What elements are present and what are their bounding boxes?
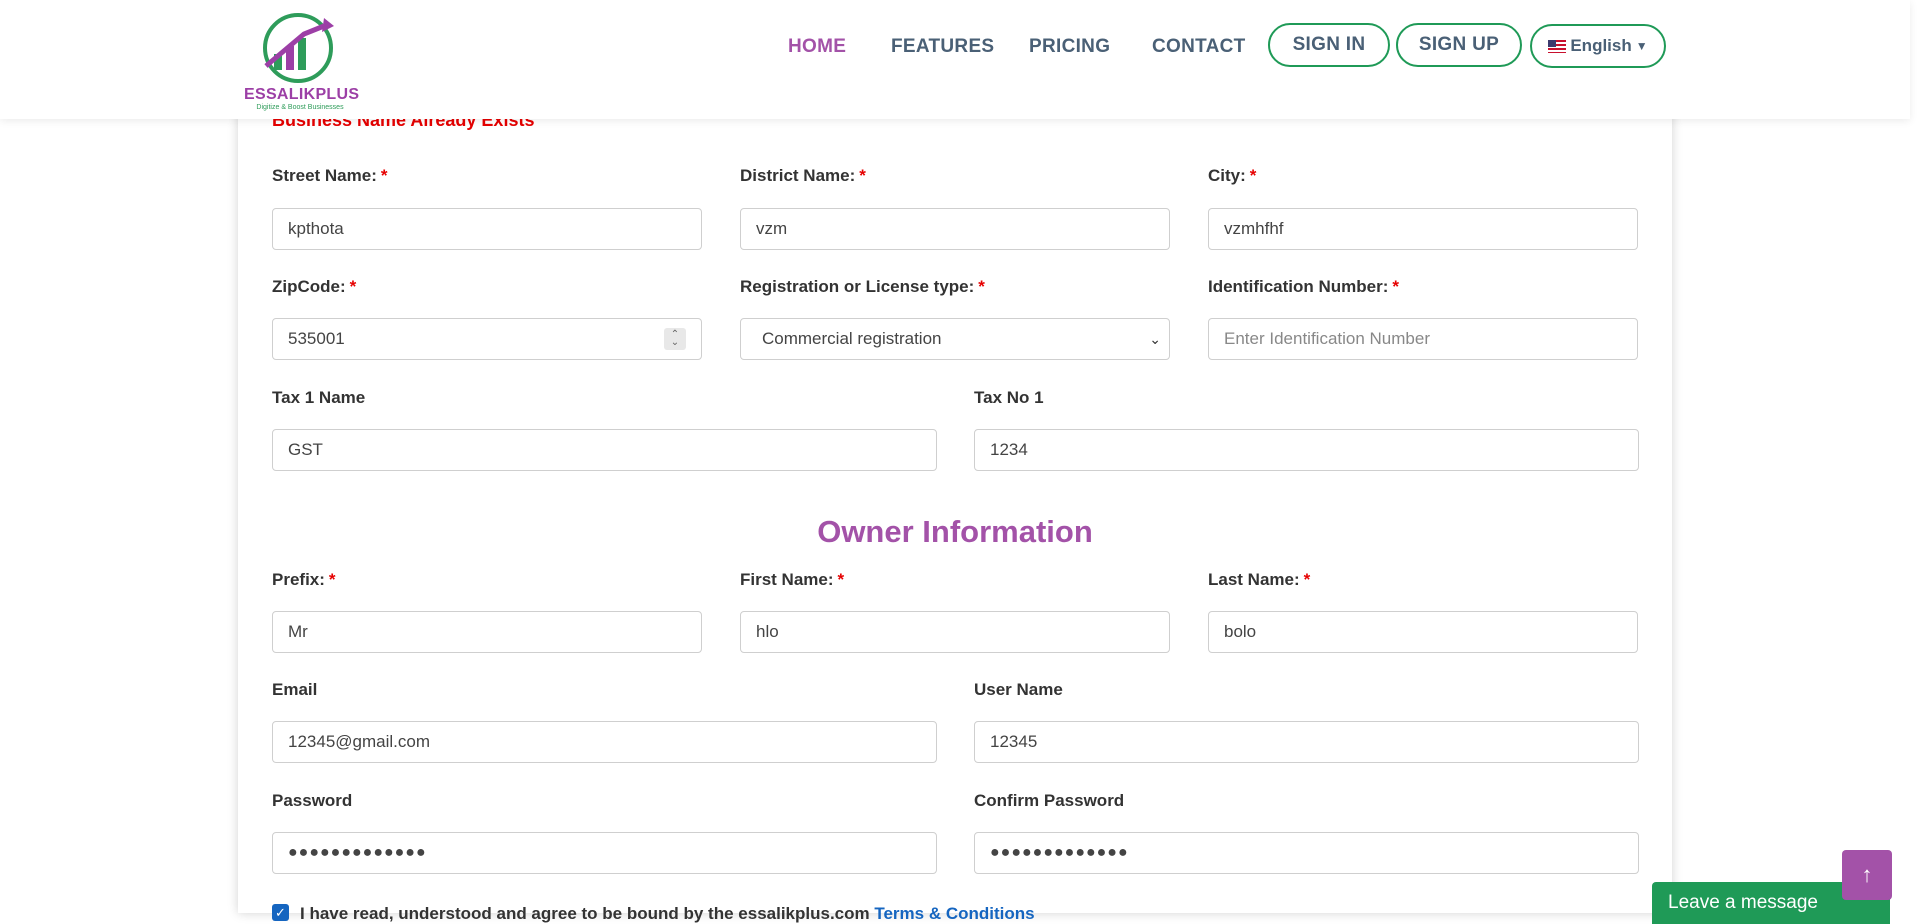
- tax-no1-input[interactable]: 1234: [974, 429, 1639, 471]
- language-label: English: [1570, 36, 1632, 55]
- logo-text: ESSALIKPLUS: [244, 86, 360, 103]
- last-name-input[interactable]: bolo: [1208, 611, 1638, 653]
- zipcode-label: ZipCode: *: [272, 277, 357, 296]
- district-name-input[interactable]: vzm: [740, 208, 1170, 250]
- arrow-up-icon: ↑: [1861, 862, 1873, 887]
- top-navbar: ESSALIKPLUS Digitize & Boost Businesses …: [0, 0, 1910, 119]
- street-name-input[interactable]: kpthota: [272, 208, 702, 250]
- first-name-input[interactable]: hlo: [740, 611, 1170, 653]
- first-name-label: First Name: *: [740, 570, 845, 589]
- nav-features-link[interactable]: FEATURES: [891, 36, 994, 58]
- chat-label: Leave a message: [1668, 892, 1818, 913]
- nav-pricing-link[interactable]: PRICING: [1029, 36, 1110, 58]
- chevron-down-icon: ⌄: [1149, 331, 1161, 347]
- number-stepper-icon[interactable]: ⌃ ⌄: [664, 328, 686, 350]
- prefix-label: Prefix: *: [272, 570, 336, 589]
- nav-home-link[interactable]: HOME: [788, 36, 846, 58]
- email-input[interactable]: 12345@gmail.com: [272, 721, 937, 763]
- last-name-label: Last Name: *: [1208, 570, 1311, 589]
- terms-agreement-text: I have read, understood and agree to be …: [300, 904, 1035, 923]
- username-input[interactable]: 12345: [974, 721, 1639, 763]
- zipcode-input[interactable]: 535001 ⌃ ⌄: [272, 318, 702, 360]
- city-label: City: *: [1208, 166, 1257, 185]
- street-name-label: Street Name: *: [272, 166, 388, 185]
- license-type-value: Commercial registration: [762, 329, 942, 348]
- license-type-label: Registration or License type: *: [740, 277, 985, 296]
- tax1-name-label: Tax 1 Name: [272, 388, 366, 407]
- confirm-password-input[interactable]: ●●●●●●●●●●●●●: [974, 832, 1639, 874]
- tax-no1-label: Tax No 1: [974, 388, 1044, 407]
- district-name-label: District Name: *: [740, 166, 866, 185]
- password-input[interactable]: ●●●●●●●●●●●●●: [272, 832, 937, 874]
- identification-number-label: Identification Number: *: [1208, 277, 1400, 296]
- chevron-down-icon: ▼: [1635, 39, 1648, 53]
- terms-conditions-link[interactable]: Terms & Conditions: [874, 904, 1034, 923]
- scroll-to-top-button[interactable]: ↑: [1842, 850, 1892, 900]
- password-label: Password: [272, 791, 353, 810]
- sign-up-button[interactable]: SIGN UP: [1396, 23, 1522, 67]
- identification-number-input[interactable]: Enter Identification Number: [1208, 318, 1638, 360]
- confirm-password-label: Confirm Password: [974, 791, 1125, 810]
- logo-tagline: Digitize & Boost Businesses: [256, 104, 344, 111]
- username-label: User Name: [974, 680, 1063, 699]
- owner-information-heading: Owner Information: [817, 514, 1093, 549]
- logo-chart-icon: [263, 13, 334, 83]
- zipcode-value: 535001: [288, 329, 345, 348]
- city-input[interactable]: vzmhfhf: [1208, 208, 1638, 250]
- prefix-input[interactable]: Mr: [272, 611, 702, 653]
- us-flag-icon: [1548, 39, 1567, 53]
- nav-contact-link[interactable]: CONTACT: [1152, 36, 1246, 58]
- license-type-select[interactable]: Commercial registration ⌄: [740, 318, 1170, 360]
- sign-in-button[interactable]: SIGN IN: [1268, 23, 1390, 67]
- brand-logo[interactable]: ESSALIKPLUS Digitize & Boost Businesses: [244, 12, 360, 114]
- email-label: Email: [272, 680, 318, 699]
- tax1-name-input[interactable]: GST: [272, 429, 937, 471]
- language-selector[interactable]: English ▼: [1530, 24, 1666, 68]
